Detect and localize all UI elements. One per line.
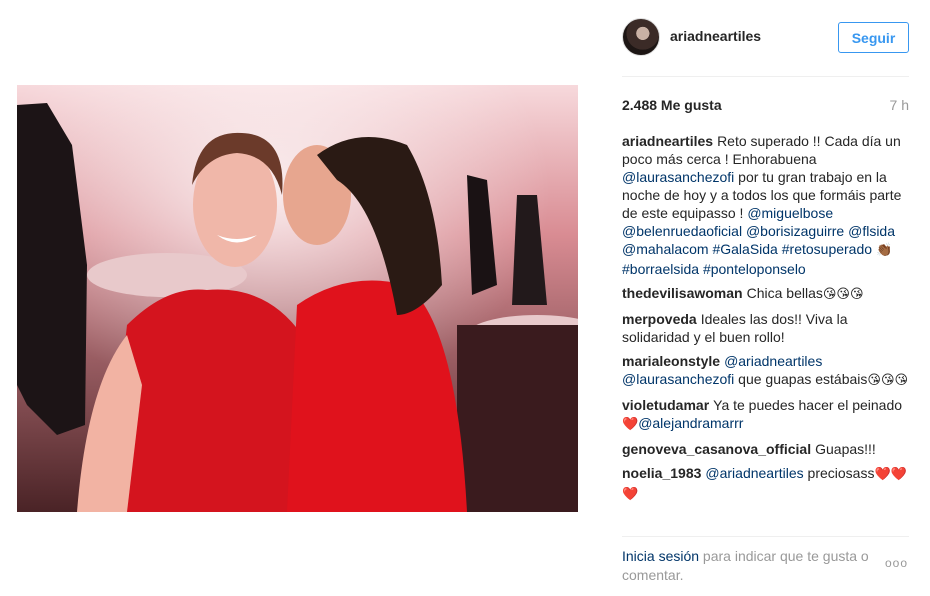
mention-link[interactable]: @laurasanchezofi: [622, 169, 734, 185]
comment: thedevilisawoman Chica bellas😘😘😘: [622, 284, 912, 304]
comment: marialeonstyle @ariadneartiles @laurasanc…: [622, 352, 912, 390]
hashtag-link[interactable]: #GalaSida: [712, 241, 777, 257]
comment-text: que guapas estábais: [734, 371, 868, 387]
clap-emoji: 👏🏾: [875, 243, 893, 258]
hashtag-link[interactable]: #borraelsida: [622, 261, 699, 277]
username-link[interactable]: ariadneartiles: [670, 28, 761, 44]
caption: ariadneartiles Reto superado !! Cada día …: [622, 132, 912, 278]
comment: merpoveda Ideales las dos!! Viva la solid…: [622, 310, 912, 346]
comment-text: Guapas!!!: [815, 441, 876, 457]
post-time[interactable]: 7 h: [890, 97, 909, 113]
hashtag-link[interactable]: #ponteloponselo: [703, 261, 806, 277]
mention-link[interactable]: @alejandramarrr: [638, 415, 743, 431]
comment-user[interactable]: noelia_1983: [622, 465, 701, 481]
mention-link[interactable]: @miguelbose: [747, 205, 833, 221]
comment: genoveva_casanova_official Guapas!!!: [622, 440, 912, 458]
comment-text: Ya te puedes hacer el peinado: [713, 397, 903, 413]
mention-link[interactable]: @belenruedaoficial: [622, 223, 742, 239]
comment-text: preciosass: [807, 465, 875, 481]
mention-link[interactable]: @ariadneartiles: [705, 465, 803, 481]
caption-user[interactable]: ariadneartiles: [622, 133, 713, 149]
comment-user[interactable]: genoveva_casanova_official: [622, 441, 811, 457]
comments-list[interactable]: ariadneartiles Reto superado !! Cada día …: [622, 132, 912, 532]
more-options-icon[interactable]: ooo: [885, 556, 908, 570]
login-prompt: Inicia sesión para indicar que te gusta …: [622, 547, 882, 585]
mention-link[interactable]: @laurasanchezofi: [622, 371, 734, 387]
avatar[interactable]: [622, 18, 660, 56]
hashtag-link[interactable]: #retosuperado: [782, 241, 872, 257]
kiss-emoji: 😘😘😘: [867, 373, 909, 388]
follow-button[interactable]: Seguir: [838, 22, 909, 53]
header-divider: [622, 76, 909, 77]
mention-link[interactable]: @flsida: [848, 223, 895, 239]
comment-user[interactable]: merpoveda: [622, 311, 697, 327]
mention-link[interactable]: @borisizaguirre: [746, 223, 844, 239]
photo-image: [17, 85, 578, 512]
post-panel: ariadneartiles Seguir 2.488 Me gusta 7 h…: [612, 0, 930, 596]
footer-divider: [622, 536, 909, 537]
heart-emoji: ❤️: [622, 417, 639, 432]
comment-user[interactable]: marialeonstyle: [622, 353, 720, 369]
mention-link[interactable]: @ariadneartiles: [724, 353, 822, 369]
comment-text: Chica bellas: [746, 285, 823, 301]
comment: noelia_1983 @ariadneartiles preciosass❤️❤…: [622, 464, 912, 504]
login-link[interactable]: Inicia sesión: [622, 548, 699, 564]
kiss-emoji: 😘😘😘: [822, 287, 864, 302]
likes-count[interactable]: 2.488 Me gusta: [622, 97, 722, 113]
comment-user[interactable]: violetudamar: [622, 397, 709, 413]
comment-user[interactable]: thedevilisawoman: [622, 285, 743, 301]
comment: violetudamar Ya te puedes hacer el peinad…: [622, 396, 912, 434]
mention-link[interactable]: @mahalacom: [622, 241, 709, 257]
post-header: ariadneartiles Seguir: [612, 16, 909, 58]
post-photo[interactable]: [17, 85, 578, 512]
